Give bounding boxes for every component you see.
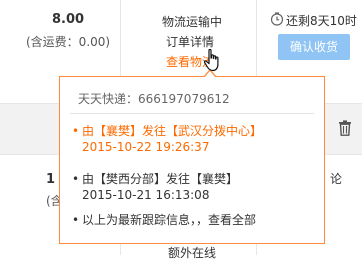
trash-icon[interactable] [338,120,352,136]
view-all-tracking-link[interactable]: • 以上为最新跟踪信息，，查看全部 [72,212,256,228]
hand-pointer-icon [203,48,219,72]
bullet-icon: • [72,124,80,138]
order-price: 8.00 [52,12,85,27]
review-link-partial[interactable]: 论 [330,170,342,187]
tracking-event-latest: • 由【襄樊】发往【武汉分拨中心】 2015-10-22 19:26:37 [72,123,262,155]
bullet-icon: • [72,172,80,186]
tracking-event-time: 2015-10-22 19:26:37 [82,140,210,154]
confirm-receipt-button[interactable]: 确认收货 [278,34,350,60]
tracking-event-time: 2015-10-21 16:13:08 [82,188,210,202]
extra-link-partial[interactable]: 额外在线 [168,244,216,261]
tracking-footer-text: 以上为最新跟踪信息，，查看全部 [82,213,257,227]
logistics-popup: 天天快递：666197079612 • 由【襄樊】发往【武汉分拨中心】 2015-… [59,76,325,244]
tracking-event: • 由【樊西分部】发往【襄樊】 2015-10-21 16:13:08 [72,171,238,203]
order-price-partial: 1 [46,172,56,187]
clock-icon [270,12,284,26]
bullet-icon: • [72,213,80,227]
shipping-fee-note: (含运费：0.00) [26,35,111,49]
tracking-event-text: 由【樊西分部】发往【襄樊】 [82,172,239,186]
countdown-text: 还剩8天10时 [286,14,357,28]
popup-divider [70,113,314,114]
logistics-status: 物流运输中 [162,15,223,29]
tracking-event-text: 由【襄樊】发往【武汉分拨中心】 [82,124,263,138]
courier-tracking-number: 天天快递：666197079612 [78,92,230,106]
